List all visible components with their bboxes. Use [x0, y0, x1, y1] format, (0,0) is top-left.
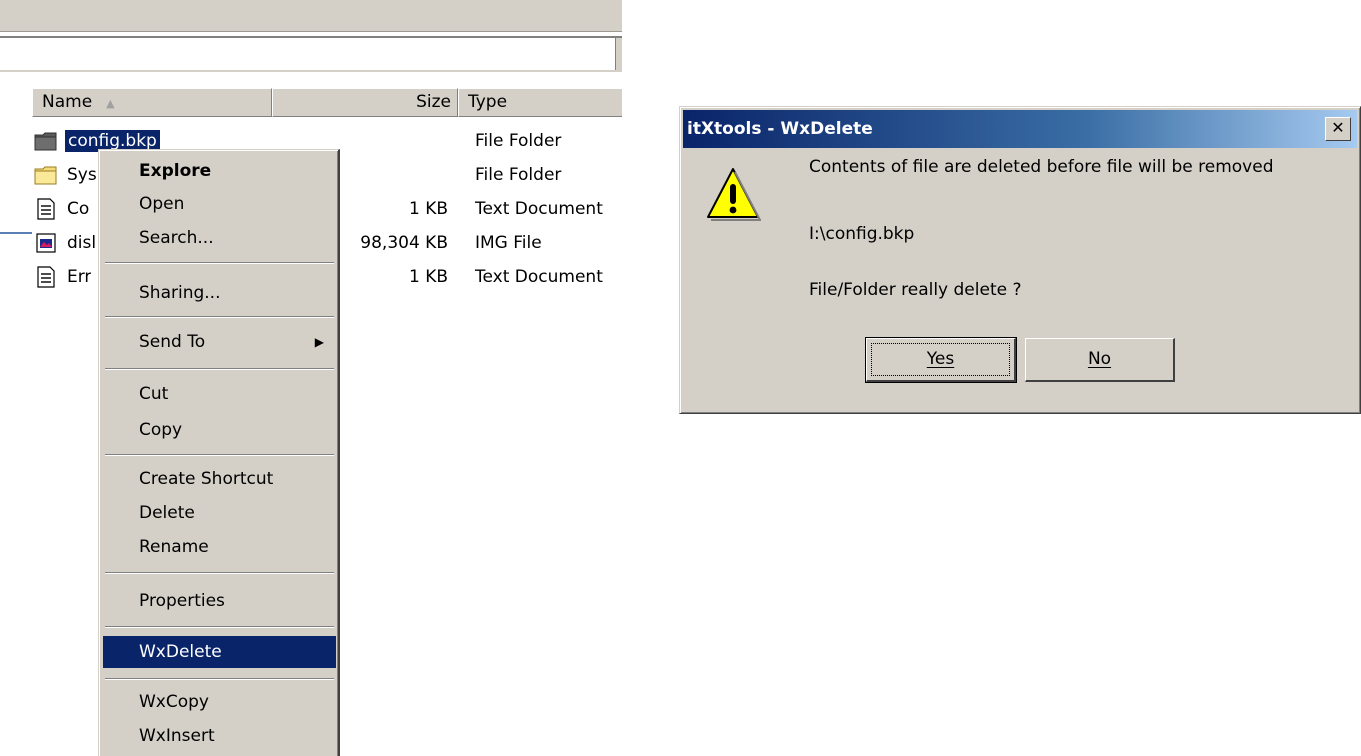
file-size: 1 KB: [408, 267, 448, 287]
submenu-arrow-icon: ▶: [314, 335, 324, 349]
menu-separator: [105, 316, 334, 318]
toolbar-band: [0, 0, 622, 32]
menu-item-explore[interactable]: Explore: [103, 155, 336, 187]
menu-item-search[interactable]: Search...: [103, 222, 336, 254]
dialog-path: I:\config.bkp: [809, 224, 915, 244]
menu-separator: [105, 572, 334, 574]
text-document-icon: [37, 198, 55, 220]
menu-item-wxcopy[interactable]: WxCopy: [103, 686, 336, 718]
no-button[interactable]: No: [1025, 338, 1175, 382]
menu-separator: [105, 454, 334, 456]
address-bar[interactable]: [0, 36, 622, 72]
close-button[interactable]: ✕: [1325, 117, 1351, 141]
focus-rectangle: [871, 343, 1010, 376]
column-header-name[interactable]: Name ▲: [32, 88, 272, 117]
column-type-label: Type: [468, 92, 508, 112]
address-bar-edge: [615, 38, 622, 70]
menu-separator: [105, 678, 334, 680]
delete-confirm-dialog: itXtools - WxDelete ✕ Contents of file a…: [679, 106, 1361, 414]
dialog-message: Contents of file are deleted before file…: [809, 157, 1274, 177]
menu-item-rename[interactable]: Rename: [103, 531, 336, 563]
tree-connector-line: [0, 232, 32, 234]
file-type: IMG File: [475, 233, 542, 253]
file-type: Text Document: [475, 267, 603, 287]
menu-item-wxinsert[interactable]: WxInsert: [103, 720, 336, 752]
file-size: 1 KB: [408, 199, 448, 219]
file-type: File Folder: [475, 131, 562, 151]
dialog-question: File/Folder really delete ?: [809, 280, 1022, 300]
menu-separator: [105, 368, 334, 370]
folder-icon: [34, 166, 57, 185]
file-type: File Folder: [475, 165, 562, 185]
menu-item-wxdelete[interactable]: WxDelete: [103, 636, 336, 668]
close-icon: ✕: [1331, 118, 1345, 137]
img-file-icon: [36, 233, 56, 253]
file-size: 98,304 KB: [360, 233, 448, 253]
file-name: disl: [67, 233, 97, 253]
file-name: Err: [67, 267, 92, 287]
menu-separator: [105, 262, 334, 264]
menu-item-sharing[interactable]: Sharing...: [103, 277, 336, 309]
menu-item-properties[interactable]: Properties: [103, 585, 336, 617]
column-header-size[interactable]: Size: [272, 88, 458, 117]
sort-ascending-icon: ▲: [106, 97, 115, 110]
warning-icon: [707, 168, 761, 221]
no-button-label: No: [1087, 349, 1112, 369]
context-menu: Explore Open Search... Sharing... Send T…: [98, 149, 340, 756]
column-size-label: Size: [416, 92, 451, 112]
text-document-icon: [37, 266, 55, 288]
file-name: Co: [67, 199, 90, 219]
menu-item-open[interactable]: Open: [103, 188, 336, 220]
menu-item-send-to[interactable]: Send To ▶: [103, 326, 336, 358]
column-header-type[interactable]: Type: [458, 88, 622, 117]
file-name: Sys: [67, 165, 97, 185]
dialog-title: itXtools - WxDelete: [687, 119, 873, 139]
folder-dark-icon: [34, 132, 57, 151]
menu-separator: [105, 626, 334, 628]
dialog-titlebar[interactable]: itXtools - WxDelete ✕: [683, 110, 1357, 148]
file-type: Text Document: [475, 199, 603, 219]
yes-button[interactable]: Yes: [865, 337, 1017, 383]
menu-item-cut[interactable]: Cut: [103, 378, 336, 410]
menu-item-copy[interactable]: Copy: [103, 414, 336, 446]
send-to-label: Send To: [139, 332, 206, 352]
menu-item-create-shortcut[interactable]: Create Shortcut: [103, 463, 336, 495]
menu-item-delete[interactable]: Delete: [103, 497, 336, 529]
column-name-label: Name: [42, 92, 93, 112]
